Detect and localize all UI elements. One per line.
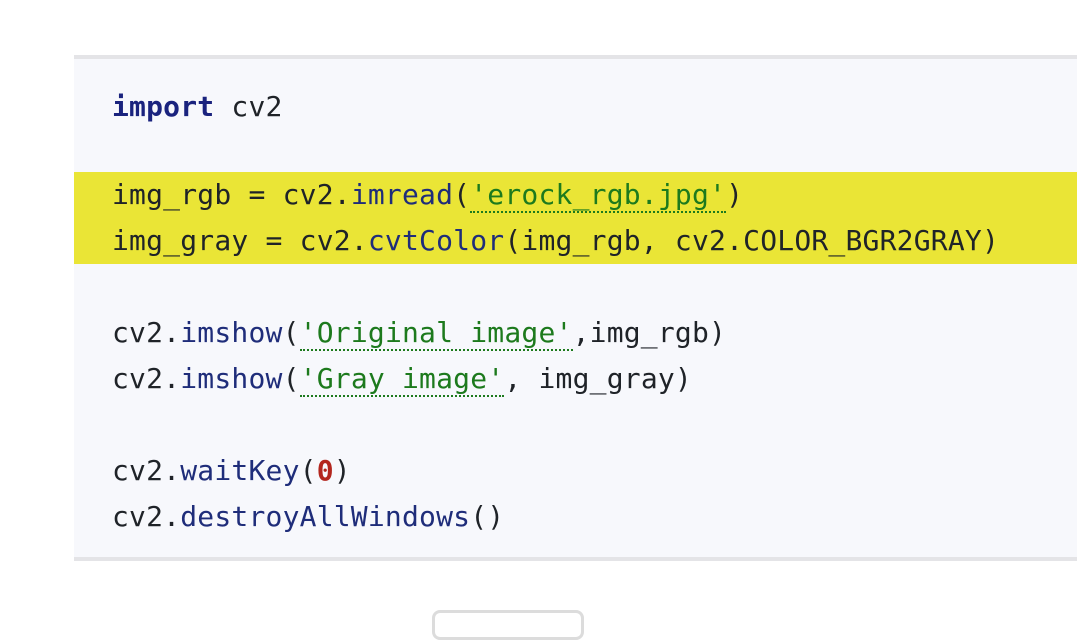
function-name: waitKey [180, 454, 300, 487]
string-literal: 'Gray image' [299, 362, 505, 397]
number-literal: 0 [316, 454, 334, 487]
code-line-1: import cv2 [74, 84, 1077, 130]
function-name: destroyAllWindows [180, 500, 471, 533]
code-text: , img_gray) [504, 362, 692, 395]
code-line-5: cv2.imshow('Gray image', img_gray) [74, 356, 1077, 402]
function-name: imread [350, 178, 454, 211]
code-text: () [470, 500, 505, 533]
code-text: cv2. [112, 500, 181, 533]
code-text: ( [453, 178, 471, 211]
code-text: ,img_rgb) [572, 316, 727, 349]
keyword-import: import [112, 90, 215, 123]
code-text: ) [333, 454, 351, 487]
code-block: import cv2 img_rgb = cv2.imread('erock_r… [74, 55, 1077, 561]
function-name: cvtColor [367, 224, 505, 257]
function-name: imshow [180, 316, 283, 349]
code-text: ) [726, 178, 744, 211]
code-line-7: cv2.destroyAllWindows() [74, 494, 1077, 540]
function-name: imshow [180, 362, 283, 395]
code-line-6: cv2.waitKey(0) [74, 448, 1077, 494]
code-text: cv2. [112, 316, 181, 349]
string-literal: 'Original image' [299, 316, 573, 351]
code-text: cv2 [214, 90, 283, 123]
code-text: cv2. [112, 362, 181, 395]
code-line-4: cv2.imshow('Original image',img_rgb) [74, 310, 1077, 356]
string-literal: 'erock_rgb.jpg' [470, 178, 727, 213]
code-line-3-highlighted: img_gray = cv2.cvtColor(img_rgb, cv2.COL… [74, 218, 1077, 264]
code-line-2-highlighted: img_rgb = cv2.imread('erock_rgb.jpg') [74, 172, 1077, 218]
code-text: img_rgb = cv2. [112, 178, 351, 211]
code-text: img_gray = cv2. [112, 224, 368, 257]
code-text: (img_rgb, cv2.COLOR_BGR2GRAY) [504, 224, 1000, 257]
code-text: ( [282, 316, 300, 349]
copy-button[interactable] [432, 610, 584, 640]
code-text: ( [299, 454, 317, 487]
code-text: cv2. [112, 454, 181, 487]
code-text: ( [282, 362, 300, 395]
